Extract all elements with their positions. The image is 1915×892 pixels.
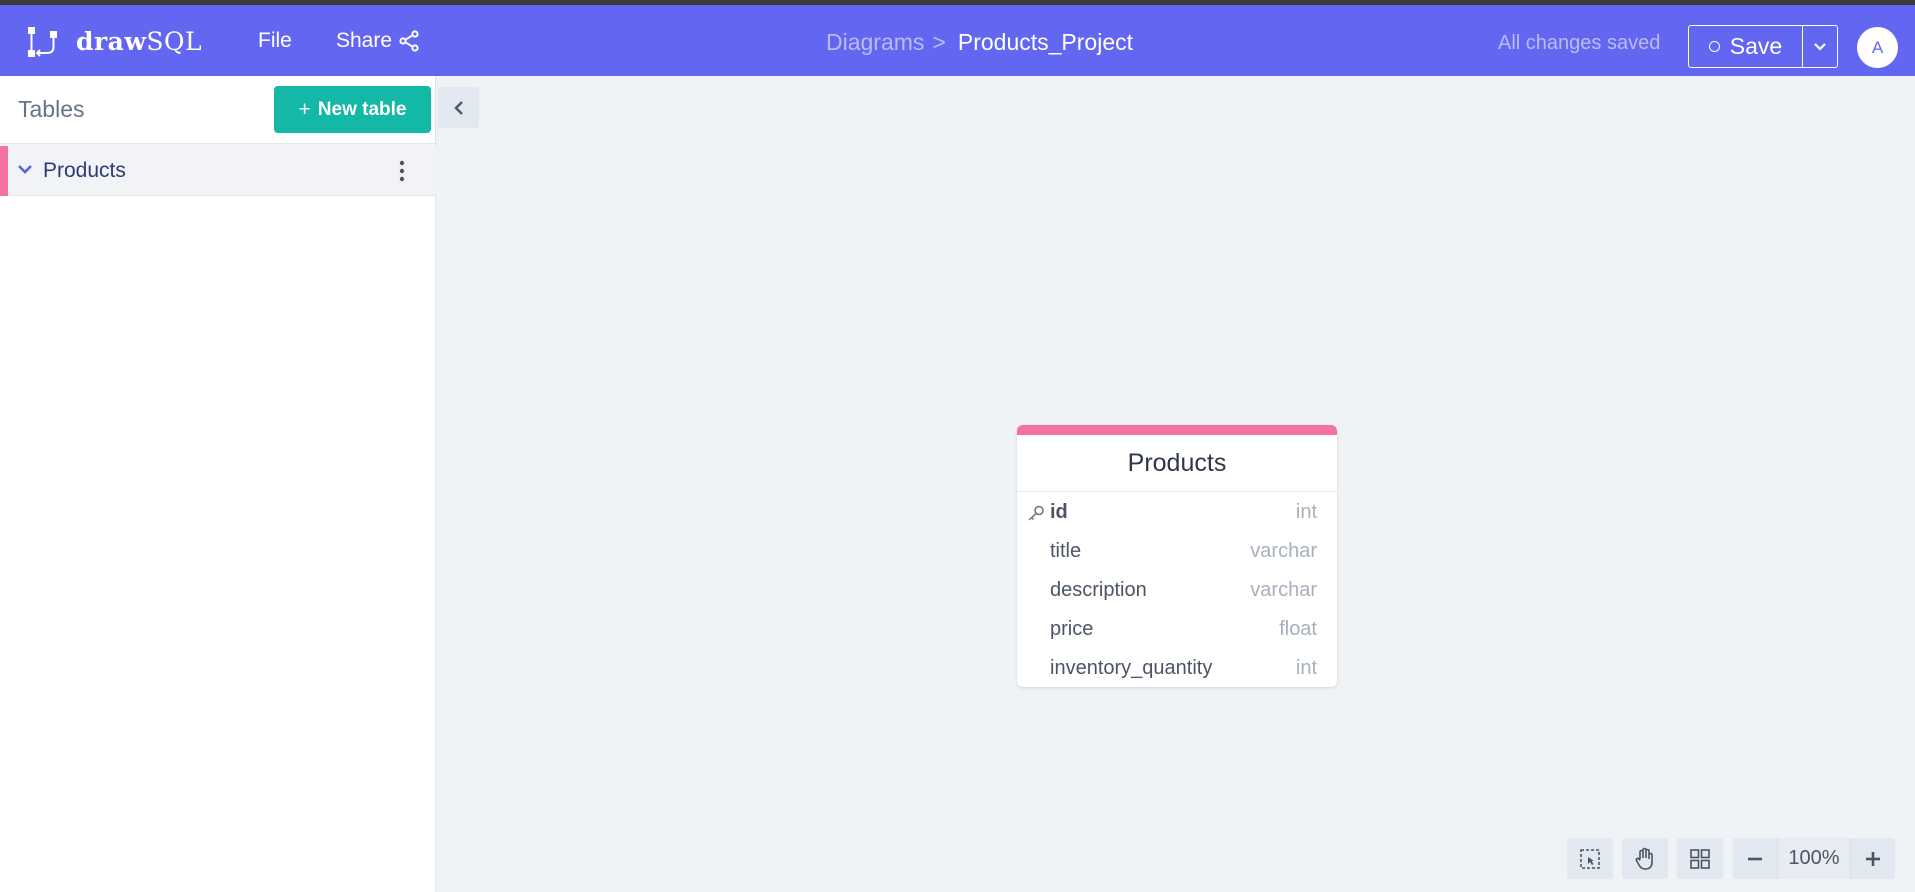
save-options-dropdown[interactable] <box>1802 26 1837 67</box>
chevron-left-icon <box>453 100 463 115</box>
sidebar-item-label: Products <box>43 159 126 182</box>
column-type: int <box>1295 501 1317 523</box>
column-name: title <box>1050 540 1082 562</box>
tables-sidebar: Tables + New table Products <box>0 76 436 892</box>
kebab-menu-icon[interactable] <box>396 158 408 184</box>
breadcrumb-diagrams-link[interactable]: Diagrams <box>826 29 924 56</box>
logo-text: drawSQL <box>76 27 202 57</box>
save-button-label: Save <box>1729 33 1783 59</box>
select-area-icon <box>1580 848 1600 869</box>
zoom-controls: 100% <box>1733 838 1895 879</box>
table-column-row[interactable]: id int <box>1017 492 1337 531</box>
column-name: price <box>1050 618 1094 640</box>
logo-text-bold: draw <box>76 27 147 56</box>
breadcrumb-separator: > <box>932 29 946 55</box>
chevron-down-icon[interactable] <box>17 163 33 175</box>
table-column-row[interactable]: inventory_quantity int <box>1017 648 1337 687</box>
sidebar-title: Tables <box>18 96 85 122</box>
file-menu-label: File <box>258 29 292 52</box>
save-button-group: Save <box>1688 25 1838 68</box>
file-menu[interactable]: File <box>258 29 292 53</box>
er-table-products[interactable]: Products id int title varchar descriptio… <box>1017 425 1337 687</box>
share-icon <box>399 30 419 52</box>
column-name: id <box>1050 501 1068 523</box>
chevron-down-icon <box>1814 42 1826 51</box>
share-menu[interactable]: Share <box>336 29 420 53</box>
plus-icon <box>1866 851 1880 866</box>
grid-icon <box>1690 848 1710 869</box>
grid-layout-button[interactable] <box>1677 838 1723 879</box>
column-type: float <box>1279 618 1317 640</box>
plus-icon: + <box>298 97 311 121</box>
top-navbar: drawSQL File Share Diagrams > Products_P… <box>0 5 1915 76</box>
save-status-circle-icon <box>1708 41 1720 52</box>
column-name: inventory_quantity <box>1050 657 1213 679</box>
new-table-button[interactable]: + New table <box>274 86 431 133</box>
table-column-row[interactable]: description varchar <box>1017 570 1337 609</box>
table-color-accent <box>0 146 8 196</box>
table-column-row[interactable]: price float <box>1017 609 1337 648</box>
logo-text-light: SQL <box>146 27 203 56</box>
collapse-sidebar-button[interactable] <box>438 87 479 128</box>
sidebar-header: Tables + New table <box>0 76 435 144</box>
column-type: varchar <box>1250 540 1317 562</box>
er-table-title[interactable]: Products <box>1017 435 1337 492</box>
column-name: description <box>1050 579 1147 601</box>
save-status-text: All changes saved <box>1498 32 1661 54</box>
new-table-label: New table <box>317 98 407 120</box>
table-color-bar <box>1017 425 1337 435</box>
minus-icon <box>1748 857 1762 860</box>
hand-icon <box>1635 847 1653 870</box>
sidebar-item-products[interactable]: Products <box>0 146 436 196</box>
user-avatar[interactable]: A <box>1857 27 1898 68</box>
share-menu-label: Share <box>336 29 393 52</box>
table-column-row[interactable]: title varchar <box>1017 531 1337 570</box>
column-type: int <box>1295 657 1317 679</box>
select-area-button[interactable] <box>1567 838 1613 879</box>
zoom-level[interactable]: 100% <box>1777 838 1851 879</box>
save-button[interactable]: Save <box>1689 26 1802 67</box>
app-logo[interactable]: drawSQL <box>26 25 202 59</box>
breadcrumb: Diagrams > Products_Project <box>826 29 1133 56</box>
column-type: varchar <box>1250 579 1317 601</box>
zoom-out-button[interactable] <box>1733 838 1777 879</box>
zoom-in-button[interactable] <box>1851 838 1895 879</box>
pan-tool-button[interactable] <box>1622 838 1668 879</box>
key-icon <box>1028 505 1044 521</box>
diagram-title[interactable]: Products_Project <box>958 29 1133 56</box>
drawsql-logo-icon <box>28 27 57 57</box>
